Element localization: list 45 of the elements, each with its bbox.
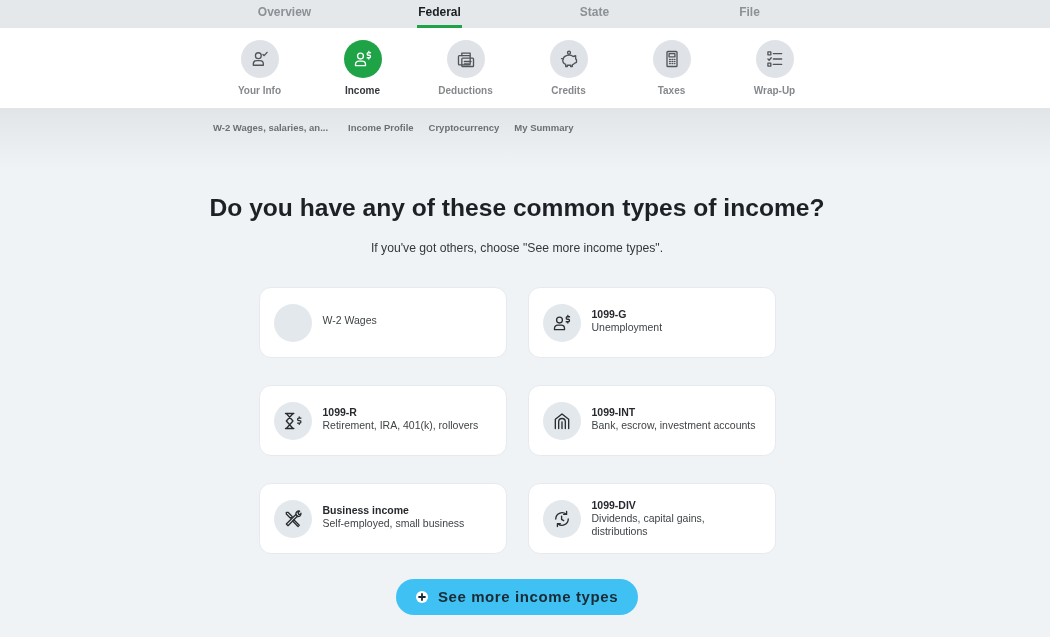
hourglass-dollar-icon	[273, 401, 312, 440]
income-type-card[interactable]: W-2 Wages	[258, 287, 507, 358]
top-tab[interactable]: State	[517, 0, 672, 28]
income-type-title: 1099-DIV	[591, 499, 637, 512]
income-type-description: Dividends, capital gains, distributions	[591, 512, 706, 538]
clock-arrows-icon	[542, 499, 581, 538]
subnav-link[interactable]: Income Profile	[348, 122, 414, 134]
plus-icon	[415, 591, 428, 603]
piggy-bank-icon	[549, 40, 588, 78]
tools-icon	[273, 499, 312, 538]
step-tab[interactable]: Wrap-Up	[723, 40, 826, 108]
income-type-card[interactable]: 1099-R Retirement, IRA, 401(k), rollovers	[258, 385, 507, 456]
person-check-icon	[240, 40, 279, 78]
income-type-title: Business income	[322, 503, 410, 517]
page-heading: Do you have any of these common types of income?	[209, 193, 825, 223]
income-type-card[interactable]: Business income Self-employed, small business	[258, 483, 507, 554]
subnav-link[interactable]: My Summary	[514, 122, 574, 134]
step-tab[interactable]: Credits	[517, 40, 620, 108]
step-tab[interactable]: Taxes	[620, 40, 723, 108]
subnav-link[interactable]: W-2 Wages, salaries, an...	[213, 122, 329, 134]
income-type-card[interactable]: 1099-G Unemployment	[527, 287, 776, 358]
income-type-description: Self-employed, small business	[322, 516, 466, 530]
page-subheading: If you've got others, choose "See more income types".	[370, 240, 664, 256]
income-type-description: Retirement, IRA, 401(k), rollovers	[322, 418, 480, 432]
calculator-icon	[652, 40, 691, 78]
person-dollar-icon	[343, 40, 382, 78]
income-type-description: Unemployment	[591, 320, 664, 334]
income-type-title: 1099-G	[591, 307, 628, 321]
step-tab[interactable]: Income	[311, 40, 414, 108]
income-type-card[interactable]: 1099-DIV Dividends, capital gains, distributions	[527, 483, 776, 554]
stacked-documents-icon	[446, 40, 485, 78]
income-type-title: 1099-INT	[591, 405, 637, 419]
subnav-link[interactable]: Cryptocurrency	[428, 122, 500, 134]
top-tab[interactable]: File	[672, 0, 827, 28]
income-type-card[interactable]: 1099-INT Bank, escrow, investment accounts	[527, 385, 776, 456]
checklist-icon	[755, 40, 794, 78]
income-type-description: W-2 Wages	[322, 314, 378, 327]
bank-icon	[542, 401, 581, 440]
step-tab[interactable]: Your Info	[208, 40, 311, 108]
person-dollar-icon	[542, 303, 581, 342]
top-tab[interactable]: Overview	[207, 0, 362, 28]
see-more-income-types-button[interactable]: See more income types	[396, 579, 638, 615]
income-type-title: 1099-R	[322, 405, 358, 419]
income-type-description: Bank, escrow, investment accounts	[591, 418, 757, 432]
step-tab[interactable]: Deductions	[414, 40, 517, 108]
